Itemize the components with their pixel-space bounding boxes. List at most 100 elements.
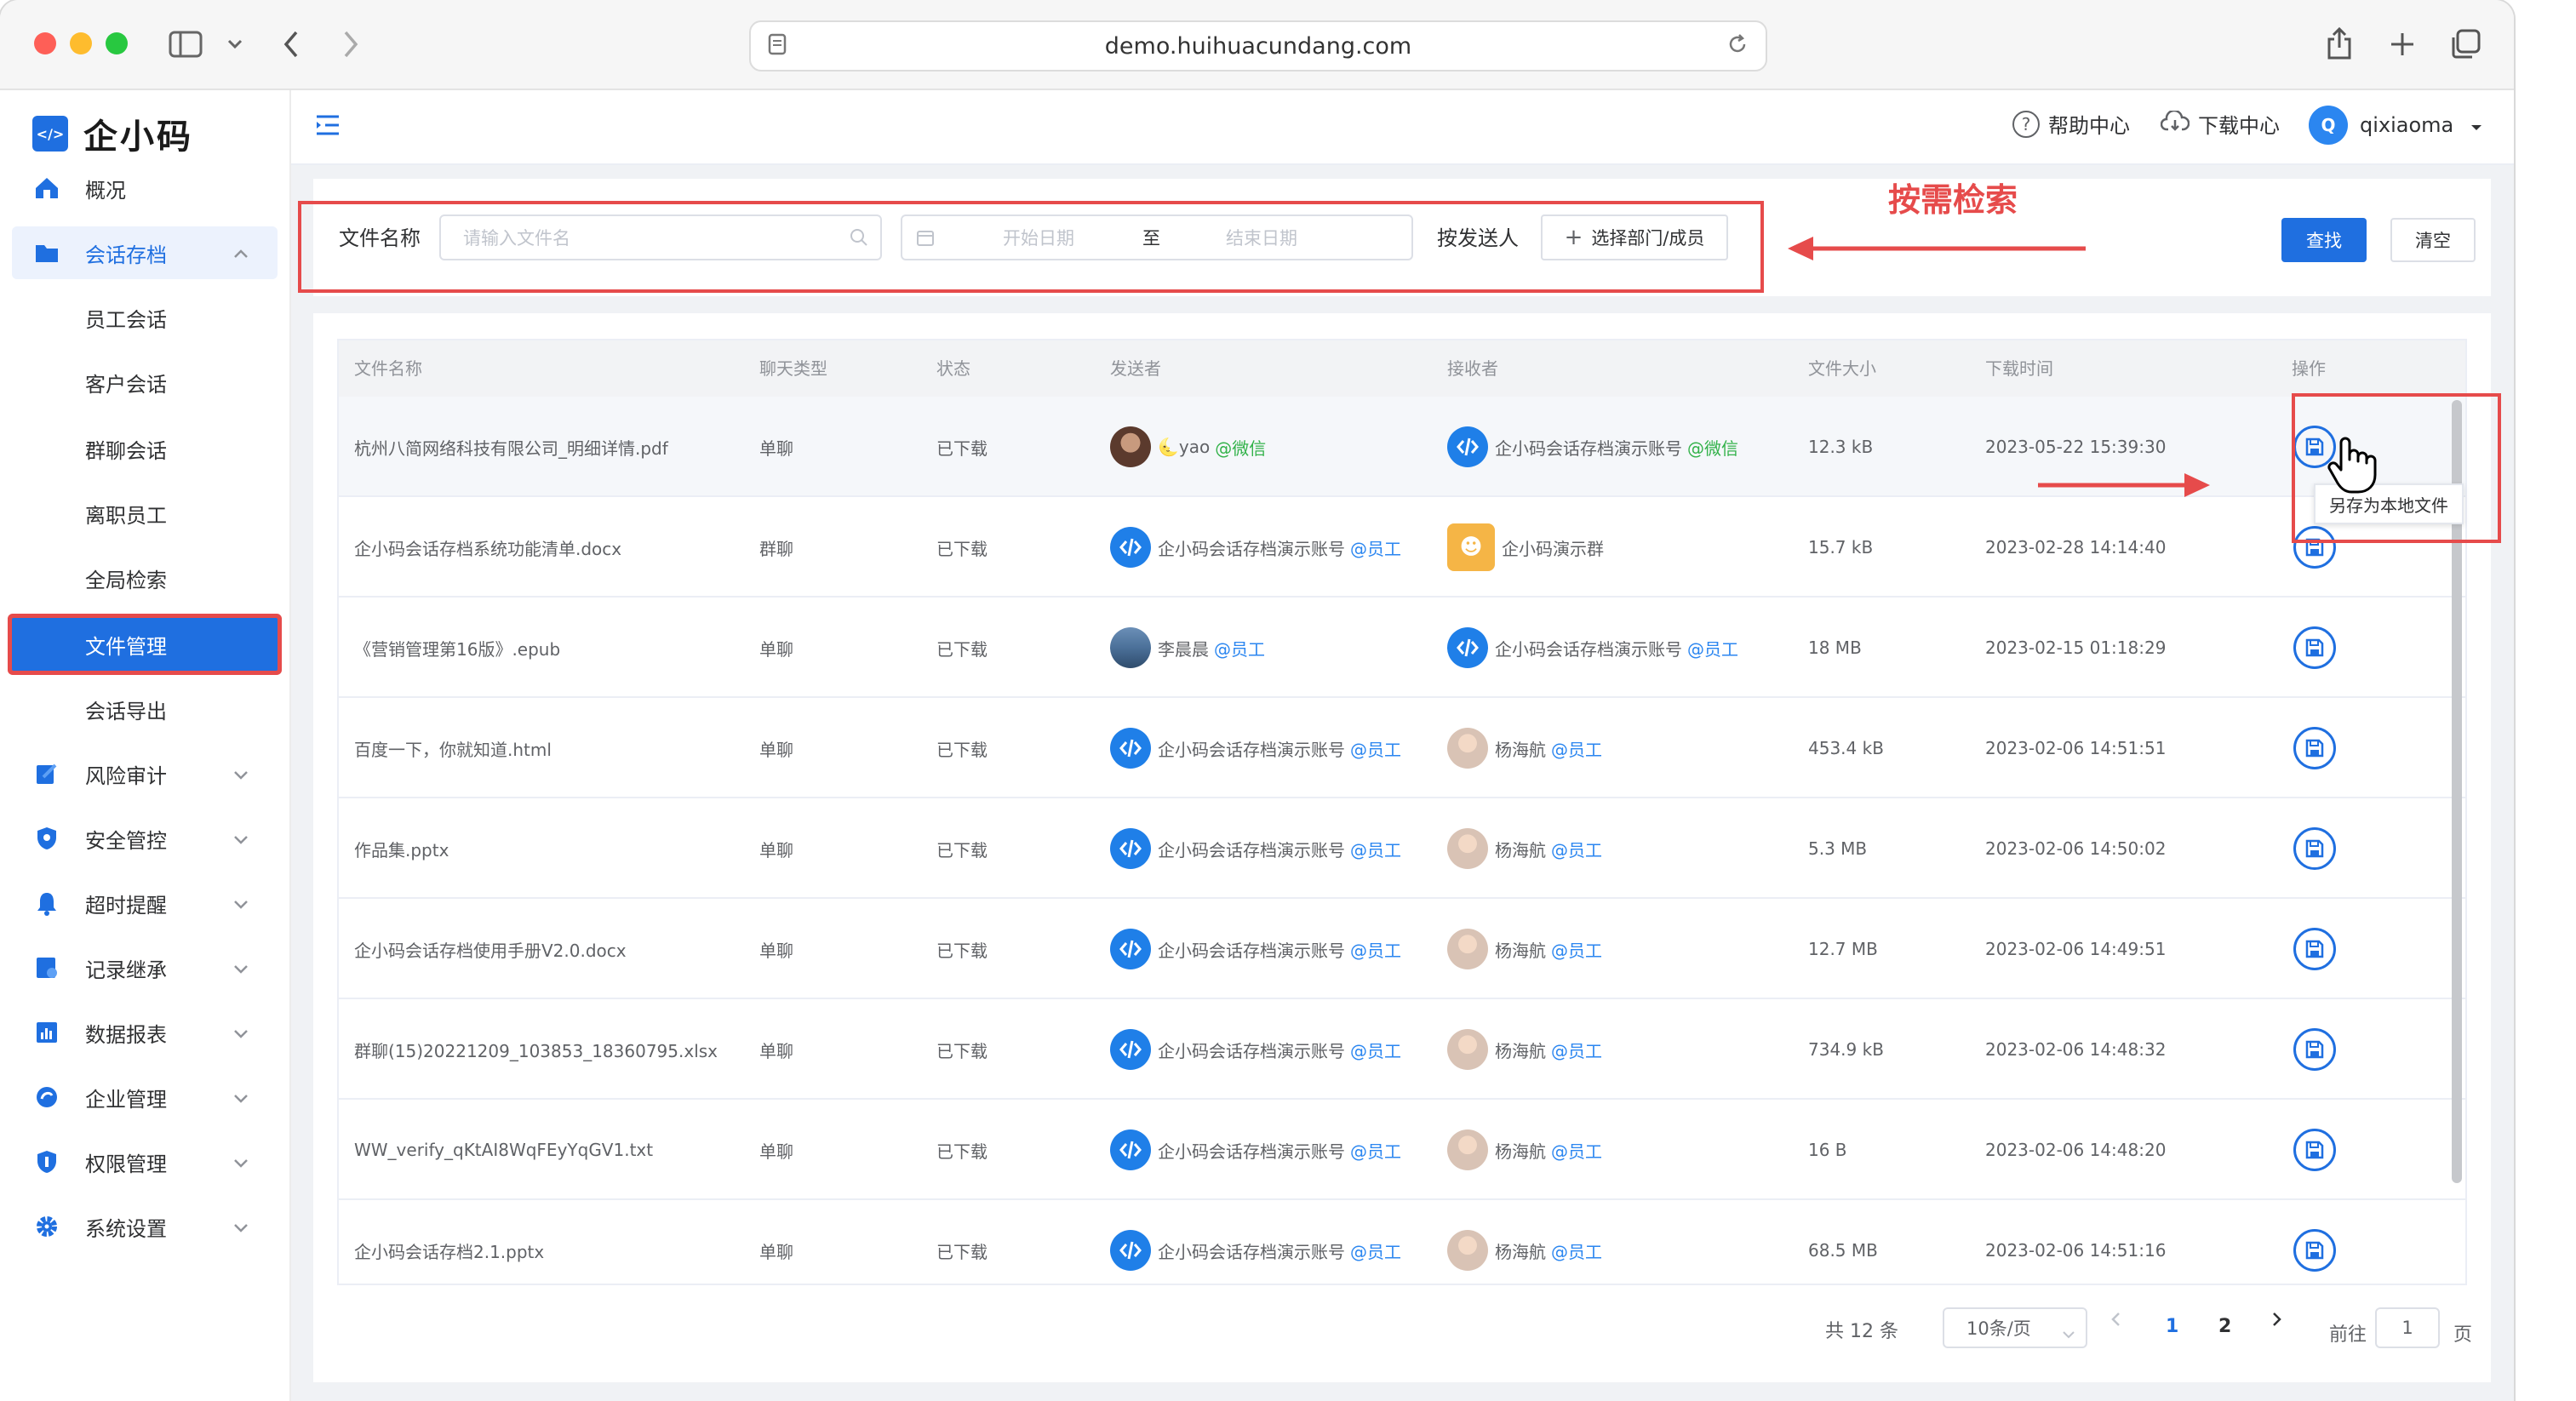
status-cell: 已下载 [936, 839, 987, 861]
save-file-button[interactable] [2293, 1028, 2336, 1071]
save-file-button[interactable] [2293, 1229, 2336, 1272]
sender-avatar [1110, 929, 1151, 969]
sender-avatar [1110, 1230, 1151, 1271]
receiver-avatar [1447, 828, 1488, 869]
sender-avatar [1110, 426, 1151, 467]
audit-icon [34, 761, 60, 786]
end-date-input[interactable]: 结束日期 [1226, 225, 1297, 250]
sidebar-toggle-icon[interactable] [167, 26, 204, 63]
sidebar-sub-global-search[interactable]: 全局检索 [12, 552, 278, 604]
receiver-tag: @微信 [1687, 437, 1738, 459]
page-size-select[interactable]: 10条/页 [1943, 1307, 2087, 1348]
save-file-button[interactable] [2293, 827, 2336, 870]
clear-button[interactable]: 清空 [2390, 218, 2476, 262]
brand-logo[interactable]: </> 企小码 [32, 109, 193, 158]
page-number-2[interactable]: 2 [2218, 1316, 2231, 1337]
sidebar-item-overview[interactable]: 概况 [12, 162, 278, 214]
sidebar-sub-export[interactable]: 会话导出 [12, 683, 278, 735]
sidebar-item-risk-audit[interactable]: 风险审计 [12, 747, 278, 800]
file-name-cell: 百度一下，你就知道.html [354, 739, 552, 760]
sender-tag: @员工 [1350, 739, 1401, 760]
sender-avatar [1110, 627, 1151, 668]
collapse-menu-icon[interactable] [315, 114, 342, 140]
chat-type-cell: 单聊 [759, 437, 793, 459]
page-number-1[interactable]: 1 [2166, 1316, 2178, 1337]
close-window-button[interactable] [34, 32, 56, 54]
tab-overview-icon[interactable] [2447, 26, 2484, 63]
download-center-link[interactable]: 下载中心 [2160, 109, 2280, 139]
user-menu[interactable]: Q qixiaoma [2309, 106, 2482, 145]
goto-page-input[interactable]: 1 [2375, 1307, 2440, 1348]
start-date-input[interactable]: 开始日期 [1003, 225, 1074, 250]
annotation-arrow-left [1788, 237, 2086, 260]
back-icon[interactable] [272, 26, 310, 63]
sidebar-item-security[interactable]: 安全管控 [12, 812, 278, 865]
minimize-window-button[interactable] [70, 32, 92, 54]
save-icon [2305, 839, 2324, 858]
address-bar[interactable]: demo.huihuacundang.com [749, 20, 1767, 71]
forward-icon[interactable] [332, 26, 369, 63]
cloud-download-icon [2160, 109, 2190, 138]
sidebar-sub-resigned[interactable]: 离职员工 [12, 487, 278, 540]
receiver-cell: 杨海航 @员工 [1447, 698, 1602, 798]
sender-cell: 企小码会话存档演示账号 @员工 [1110, 497, 1401, 598]
download-time-cell: 2023-02-15 01:18:29 [1985, 638, 2167, 658]
save-file-button[interactable] [2293, 928, 2336, 970]
sidebar-sub-group-chat[interactable]: 群聊会话 [12, 422, 278, 475]
action-cell [2293, 698, 2336, 798]
sidebar-item-inherit[interactable]: 记录继承 [12, 941, 278, 994]
receiver-tag: @员工 [1551, 1141, 1602, 1162]
help-center-link[interactable]: ? 帮助中心 [2012, 109, 2130, 139]
sender-tag: @员工 [1350, 940, 1401, 961]
share-icon[interactable] [2321, 26, 2358, 63]
sender-label: 按发送人 [1437, 226, 1519, 250]
shield-icon [34, 826, 60, 851]
sidebar-item-archive[interactable]: 会话存档 [12, 226, 278, 279]
file-name-input[interactable]: 请输入文件名 [439, 214, 882, 260]
column-header: 接收者 [1447, 358, 1498, 379]
save-file-button[interactable] [2293, 526, 2336, 569]
file-name-cell: 《营销管理第16版》.epub [354, 638, 561, 660]
receiver-cell: 杨海航 @员工 [1447, 1200, 1602, 1284]
sidebar-item-settings[interactable]: 系统设置 [12, 1200, 278, 1253]
chevron-down-icon [233, 1087, 249, 1107]
main-content: ? 帮助中心 下载中心 Q qixiaoma 文件名称 请输入文件名 开始日期 … [291, 90, 2514, 1401]
enterprise-icon [34, 1084, 60, 1110]
date-range-picker[interactable]: 开始日期 至 结束日期 [901, 214, 1413, 260]
hand-cursor-icon [2327, 437, 2377, 494]
save-file-button[interactable] [2293, 1129, 2336, 1171]
save-file-button[interactable] [2293, 727, 2336, 769]
sidebar-sub-employee-chat[interactable]: 员工会话 [12, 291, 278, 344]
sender-cell: 🌜yao @微信 [1110, 397, 1266, 497]
logo-icon: </> [32, 116, 68, 152]
sidebar-item-permission[interactable]: 权限管理 [12, 1135, 278, 1188]
chevron-down-icon[interactable] [216, 26, 254, 63]
select-member-button[interactable]: + 选择部门/成员 [1541, 214, 1728, 260]
action-cell [2293, 798, 2336, 899]
maximize-window-button[interactable] [106, 32, 128, 54]
save-icon [2305, 739, 2324, 758]
sidebar-sub-customer-chat[interactable]: 客户会话 [12, 356, 278, 409]
next-page-icon[interactable] [2271, 1311, 2283, 1328]
save-file-button[interactable] [2293, 626, 2336, 669]
file-name-cell: 企小码会话存档系统功能清单.docx [354, 538, 622, 559]
sender-tag: @员工 [1350, 1241, 1401, 1262]
file-size-cell: 12.3 kB [1808, 437, 1874, 457]
bell-icon [34, 890, 60, 916]
status-cell: 已下载 [936, 638, 987, 660]
search-button[interactable]: 查找 [2281, 218, 2367, 262]
sidebar-item-report[interactable]: 数据报表 [12, 1006, 278, 1059]
file-name-cell: WW_verify_qKtAI8WqFEyYqGV1.txt [354, 1140, 654, 1160]
sidebar-item-timeout[interactable]: 超时提醒 [12, 877, 278, 929]
chevron-down-icon [2062, 1323, 2075, 1343]
sidebar-item-enterprise[interactable]: 企业管理 [12, 1071, 278, 1124]
sidebar-sub-file-management[interactable]: 文件管理 [12, 618, 278, 671]
receiver-avatar [1447, 1230, 1488, 1271]
sender-cell: 企小码会话存档演示账号 @员工 [1110, 1200, 1401, 1284]
prev-page-icon[interactable] [2109, 1311, 2121, 1328]
new-tab-icon[interactable] [2384, 26, 2421, 63]
reload-icon[interactable] [1726, 33, 1749, 59]
chat-type-cell: 单聊 [759, 638, 793, 660]
goto-label: 前往 [2329, 1324, 2367, 1346]
sender-cell: 企小码会话存档演示账号 @员工 [1110, 698, 1401, 798]
